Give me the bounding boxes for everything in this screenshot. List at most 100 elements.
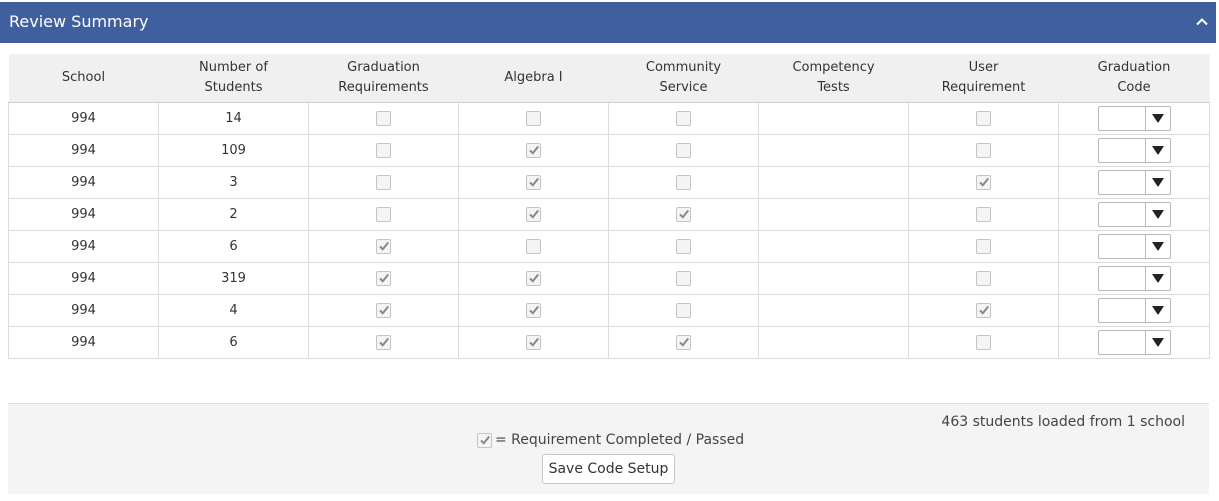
table-header-row: School Number of Students Graduation Require… [8, 54, 1210, 103]
algebra-checkbox[interactable] [526, 335, 541, 350]
graduation-code-select[interactable] [1097, 170, 1171, 195]
graduation-requirements-checkbox[interactable] [376, 271, 391, 286]
table-row: 994 14 [8, 102, 1210, 135]
column-header-line1: Graduation [1097, 60, 1171, 75]
checkbox-cell [458, 230, 609, 263]
graduation-code-select[interactable] [1097, 138, 1171, 163]
community-service-checkbox[interactable] [676, 303, 691, 318]
table-row: 994 2 [8, 198, 1210, 231]
dropdown-arrow-icon[interactable] [1144, 267, 1170, 290]
graduation-code-select[interactable] [1097, 234, 1171, 259]
students-cell: 3 [158, 166, 309, 199]
graduation-requirements-checkbox[interactable] [376, 207, 391, 222]
community-service-checkbox[interactable] [676, 271, 691, 286]
graduation-code-cell [1058, 230, 1210, 263]
dropdown-arrow-icon[interactable] [1144, 171, 1170, 194]
summary-footer: 463 students loaded from 1 school = Requ… [8, 403, 1209, 494]
community-service-checkbox[interactable] [676, 239, 691, 254]
dropdown-arrow-icon[interactable] [1144, 139, 1170, 162]
user-requirement-checkbox[interactable] [976, 143, 991, 158]
checkbox-cell [458, 134, 609, 167]
graduation-code-select[interactable] [1097, 266, 1171, 291]
algebra-checkbox[interactable] [526, 111, 541, 126]
user-requirement-checkbox[interactable] [976, 207, 991, 222]
user-requirement-checkbox[interactable] [976, 271, 991, 286]
column-header-line2: Code [1117, 80, 1151, 95]
panel-title: Review Summary [9, 12, 149, 31]
algebra-checkbox[interactable] [526, 207, 541, 222]
table-row: 994 109 [8, 134, 1210, 167]
graduation-code-select[interactable] [1097, 298, 1171, 323]
community-service-checkbox[interactable] [676, 175, 691, 190]
dropdown-arrow-icon[interactable] [1144, 299, 1170, 322]
review-summary-table: School Number of Students Graduation Require… [8, 54, 1210, 359]
column-header: Graduation Requirements [308, 54, 459, 103]
algebra-checkbox[interactable] [526, 175, 541, 190]
user-requirement-checkbox[interactable] [976, 111, 991, 126]
graduation-requirements-checkbox[interactable] [376, 111, 391, 126]
graduation-requirements-checkbox[interactable] [376, 143, 391, 158]
graduation-requirements-checkbox[interactable] [376, 335, 391, 350]
students-cell: 109 [158, 134, 309, 167]
students-cell: 4 [158, 294, 309, 327]
algebra-checkbox[interactable] [526, 239, 541, 254]
save-code-setup-button[interactable]: Save Code Setup [542, 454, 675, 484]
graduation-code-select[interactable] [1097, 330, 1171, 355]
school-cell: 994 [8, 198, 159, 231]
dropdown-arrow-icon[interactable] [1144, 203, 1170, 226]
chevron-up-icon[interactable] [1194, 14, 1210, 30]
user-requirement-checkbox[interactable] [976, 303, 991, 318]
table-row: 994 6 [8, 326, 1210, 359]
graduation-requirements-checkbox[interactable] [376, 303, 391, 318]
graduation-code-select[interactable] [1097, 106, 1171, 131]
graduation-code-cell [1058, 102, 1210, 135]
graduation-requirements-checkbox[interactable] [376, 175, 391, 190]
algebra-checkbox[interactable] [526, 303, 541, 318]
competency-tests-cell [758, 230, 909, 263]
column-header-line2: Tests [817, 80, 850, 95]
checkbox-cell [308, 134, 459, 167]
user-requirement-checkbox[interactable] [976, 239, 991, 254]
user-requirement-checkbox[interactable] [976, 175, 991, 190]
column-header-line2: Service [659, 80, 708, 95]
community-service-checkbox[interactable] [676, 335, 691, 350]
checkbox-cell [608, 294, 759, 327]
students-cell: 319 [158, 262, 309, 295]
user-requirement-checkbox[interactable] [976, 335, 991, 350]
checkbox-cell [308, 102, 459, 135]
legend-text: = Requirement Completed / Passed [495, 432, 745, 448]
checkbox-cell [308, 230, 459, 263]
column-header: Number of Students [158, 54, 309, 103]
algebra-checkbox[interactable] [526, 143, 541, 158]
graduation-code-cell [1058, 294, 1210, 327]
dropdown-arrow-icon[interactable] [1144, 331, 1170, 354]
column-header-line1: Competency [792, 60, 875, 75]
graduation-requirements-checkbox[interactable] [376, 239, 391, 254]
table-row: 994 319 [8, 262, 1210, 295]
review-summary-header[interactable]: Review Summary [0, 2, 1216, 43]
competency-tests-cell [758, 262, 909, 295]
column-header: Community Service [608, 54, 759, 103]
students-cell: 6 [158, 230, 309, 263]
students-cell: 6 [158, 326, 309, 359]
community-service-checkbox[interactable] [676, 143, 691, 158]
checkbox-cell [608, 326, 759, 359]
graduation-code-select[interactable] [1097, 202, 1171, 227]
graduation-code-cell [1058, 166, 1210, 199]
competency-tests-cell [758, 294, 909, 327]
dropdown-arrow-icon[interactable] [1144, 235, 1170, 258]
algebra-checkbox[interactable] [526, 271, 541, 286]
column-header: User Requirement [908, 54, 1059, 103]
checkbox-cell [458, 166, 609, 199]
community-service-checkbox[interactable] [676, 111, 691, 126]
graduation-code-cell [1058, 198, 1210, 231]
checkbox-cell [308, 326, 459, 359]
school-cell: 994 [8, 230, 159, 263]
community-service-checkbox[interactable] [676, 207, 691, 222]
dropdown-arrow-icon[interactable] [1144, 107, 1170, 130]
graduation-code-cell [1058, 134, 1210, 167]
checkbox-cell [608, 102, 759, 135]
checkbox-cell [308, 294, 459, 327]
graduation-code-cell [1058, 262, 1210, 295]
checkbox-cell [458, 294, 609, 327]
